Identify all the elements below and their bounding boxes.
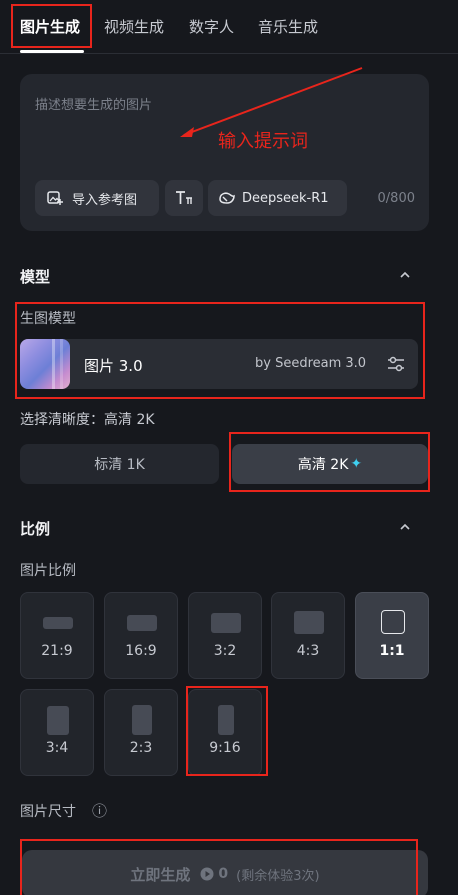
active-tab-indicator (20, 50, 84, 53)
standard-1k-button[interactable]: 标清 1K (20, 444, 219, 484)
image-model-label: 生图模型 (20, 311, 76, 327)
ratio-4-3-icon (294, 611, 324, 634)
ratio-2-3-icon (132, 705, 152, 735)
model-selector[interactable]: 图片 3.0 by Seedream 3.0 (20, 339, 418, 389)
ratio-option-3-4[interactable]: 3:4 (20, 689, 94, 776)
ratio-label: 4:3 (296, 643, 320, 659)
ratio-option-4-3[interactable]: 4:3 (271, 592, 345, 679)
sliders-icon[interactable] (386, 355, 406, 373)
model-name: 图片 3.0 (84, 357, 143, 375)
ratio-label: 2:3 (129, 740, 153, 756)
add-image-icon (47, 191, 63, 205)
ratio-9-16-icon (218, 705, 234, 735)
info-icon[interactable]: ⓘ (92, 800, 107, 821)
model-thumbnail (20, 339, 70, 389)
ratio-option-1-1[interactable]: 1:1 (355, 592, 429, 679)
top-tab-bar: 图片生成 视频生成 数字人 音乐生成 (0, 0, 458, 54)
tab-image-generation[interactable]: 图片生成 (20, 16, 80, 37)
ratio-label: 3:4 (45, 740, 69, 756)
ratio-label: 21:9 (41, 643, 73, 659)
deepseek-label: Deepseek-R1 (242, 190, 329, 206)
ratio-option-3-2[interactable]: 3:2 (188, 592, 262, 679)
credit-count: 0 (218, 866, 229, 882)
chevron-up-icon[interactable] (398, 520, 412, 534)
tab-music-generation[interactable]: 音乐生成 (258, 16, 318, 37)
tab-video-generation[interactable]: 视频生成 (104, 16, 164, 37)
ratio-option-2-3[interactable]: 2:3 (104, 689, 178, 776)
tab-digital-human[interactable]: 数字人 (189, 16, 234, 37)
model-section-title: 模型 (20, 268, 51, 286)
ratio-3-4-icon (47, 706, 69, 735)
hd-2k-button[interactable]: 高清 2K ✦ (232, 444, 428, 484)
generate-label: 立即生成 (130, 865, 191, 884)
text-tool-button[interactable] (165, 180, 203, 216)
character-counter: 0/800 (377, 191, 415, 206)
prompt-annotation-text: 输入提示词 (218, 131, 308, 152)
chevron-up-icon[interactable] (398, 268, 412, 282)
ratio-section-title: 比例 (20, 520, 51, 538)
ratio-option-21-9[interactable]: 21:9 (20, 592, 94, 679)
standard-1k-label: 标清 1K (94, 457, 145, 473)
ratio-16-9-icon (127, 615, 157, 631)
ratio-1-1-icon (381, 610, 405, 634)
generate-now-button[interactable]: 立即生成 0 (剩余体验3次) (22, 850, 428, 895)
resolution-current-label: 选择清晰度：高清 2K (20, 412, 155, 428)
model-provider: by Seedream 3.0 (255, 356, 367, 371)
remaining-trials-note: (剩余体验3次) (236, 868, 320, 884)
ratio-label: 3:2 (213, 643, 237, 659)
hd-2k-label: 高清 2K (297, 457, 349, 473)
deepseek-r1-toggle[interactable]: Deepseek-R1 (208, 180, 347, 216)
image-ratio-label: 图片比例 (20, 563, 76, 579)
text-tool-icon (176, 191, 192, 204)
ratio-3-2-icon (211, 613, 241, 633)
ratio-21-9-icon (43, 617, 73, 629)
ratio-option-9-16[interactable]: 9:16 (188, 689, 262, 776)
ratio-option-16-9[interactable]: 16:9 (104, 592, 178, 679)
image-size-label: 图片尺寸 (20, 804, 76, 820)
sparkle-icon: ✦ (350, 456, 363, 472)
play-coin-icon (200, 867, 214, 881)
ratio-label: 1:1 (379, 643, 405, 659)
import-reference-image-label: 导入参考图 (72, 192, 138, 208)
import-reference-image-button[interactable]: 导入参考图 (35, 180, 159, 216)
ratio-label: 16:9 (125, 643, 157, 659)
prompt-placeholder: 描述想要生成的图片 (35, 98, 153, 113)
ratio-label: 9:16 (209, 740, 241, 756)
whale-icon (219, 192, 235, 204)
